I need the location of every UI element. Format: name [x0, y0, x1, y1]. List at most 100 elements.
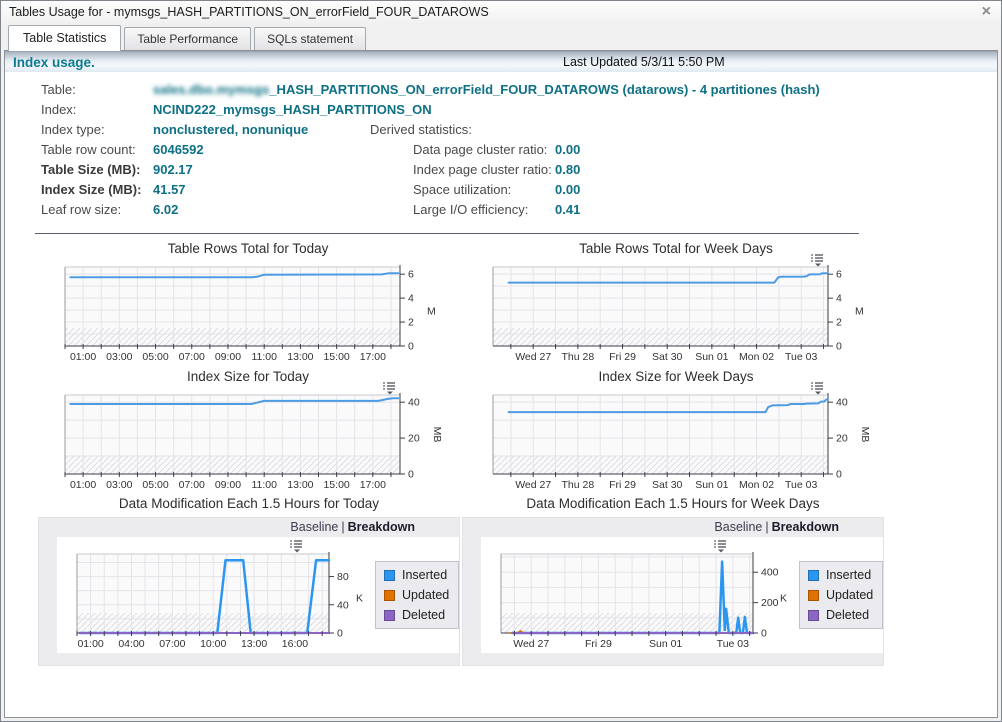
svg-text:Fri 29: Fri 29 [585, 638, 612, 649]
chart-menu-icon[interactable] [382, 381, 397, 395]
svg-text:13:00: 13:00 [287, 351, 313, 362]
window-title: Tables Usage for - mymsgs_HASH_PARTITION… [9, 5, 489, 19]
legend-item: Inserted [384, 565, 449, 585]
charts-row-1: Table Rows Total for Today 01:0003:0005:… [38, 241, 997, 362]
tab-table-statistics[interactable]: Table Statistics [8, 25, 121, 51]
legend-swatch [808, 570, 819, 581]
svg-text:0: 0 [337, 628, 343, 640]
svg-text:Wed 27: Wed 27 [515, 479, 551, 490]
chart-menu-icon[interactable] [713, 539, 728, 553]
svg-text:K: K [356, 593, 363, 605]
content-panel: Index usage. Last Updated 5/3/11 5:50 PM… [4, 50, 998, 718]
chart-menu-icon[interactable] [810, 381, 825, 395]
svg-text:01:00: 01:00 [70, 479, 96, 490]
charts-row-3: Data Modification Each 1.5 Hours for Tod… [38, 496, 997, 666]
svg-text:17:00: 17:00 [360, 351, 386, 362]
stat-row: Table row count:6046592 [5, 139, 377, 159]
svg-text:0: 0 [836, 469, 842, 481]
svg-text:Fri 29: Fri 29 [609, 479, 636, 490]
legend-label: Inserted [402, 568, 447, 582]
svg-text:M: M [427, 306, 436, 318]
chart-menu-icon[interactable] [810, 253, 825, 267]
legend-label: Deleted [826, 608, 869, 622]
svg-text:13:00: 13:00 [241, 638, 267, 649]
svg-text:40: 40 [836, 397, 848, 409]
tab-table-performance[interactable]: Table Performance [124, 27, 251, 50]
svg-text:0: 0 [836, 341, 842, 353]
chart-canvas[interactable]: 01:0003:0005:0007:0009:0011:0013:0015:00… [38, 262, 458, 362]
svg-text:09:00: 09:00 [215, 351, 241, 362]
chart-canvas[interactable]: 01:0004:0007:0010:0013:0016:0004080K [57, 549, 373, 649]
index-label: Index: [41, 102, 153, 117]
svg-text:400: 400 [761, 567, 779, 579]
svg-text:Wed 27: Wed 27 [513, 638, 549, 649]
stat-row: Data page cluster ratio:0.00 [377, 139, 580, 159]
legend-item: Deleted [808, 605, 873, 625]
view-switcher: Baseline|Breakdown [39, 518, 459, 537]
stat-value: 41.57 [153, 182, 186, 197]
stat-row: Index Size (MB):41.57 [5, 179, 377, 199]
index-usage-info: Table: sales.dbo.mymsgs_HASH_PARTITIONS_… [5, 72, 997, 219]
chart-table-rows-today: Table Rows Total for Today 01:0003:0005:… [38, 241, 458, 362]
svg-text:Sun 01: Sun 01 [695, 351, 728, 362]
legend: InsertedUpdatedDeleted [375, 561, 459, 629]
legend-swatch [808, 590, 819, 601]
stat-row: Space utilization:0.00 [377, 179, 580, 199]
stat-row: Table Size (MB):902.17 [5, 159, 377, 179]
derived-statistics-label: Derived statistics: [370, 122, 472, 137]
legend: InsertedUpdatedDeleted [799, 561, 883, 629]
svg-text:Wed 27: Wed 27 [515, 351, 551, 362]
view-switcher: Baseline|Breakdown [463, 518, 883, 537]
legend-label: Updated [826, 588, 873, 602]
svg-text:17:00: 17:00 [360, 479, 386, 490]
redacted-table-prefix: sales.dbo.mymsgs [153, 82, 269, 97]
index-type-value: nonclustered, nonunique [153, 122, 308, 137]
svg-text:40: 40 [408, 397, 420, 409]
baseline-link[interactable]: Baseline [290, 520, 338, 534]
table-value: sales.dbo.mymsgs_HASH_PARTITIONS_ON_erro… [153, 82, 820, 97]
svg-text:MB: MB [431, 427, 443, 443]
stat-row: Index page cluster ratio:0.80 [377, 159, 580, 179]
breakdown-link[interactable]: Breakdown [348, 520, 415, 534]
data-mod-chart-area: Wed 27Fri 29Sun 01Tue 030200400K Inserte… [481, 537, 883, 653]
svg-text:15:00: 15:00 [323, 479, 349, 490]
chart-canvas[interactable]: Wed 27Thu 28Fri 29Sat 30Sun 01Mon 02Tue … [466, 390, 886, 490]
tab-sqls-statement[interactable]: SQLs statement [254, 27, 366, 50]
svg-text:0: 0 [408, 341, 414, 353]
close-icon[interactable]: × [982, 5, 991, 19]
svg-text:80: 80 [337, 571, 349, 583]
chart-index-size-today: Index Size for Today 01:0003:0005:0007:0… [38, 369, 458, 490]
breakdown-link[interactable]: Breakdown [772, 520, 839, 534]
svg-text:Thu 28: Thu 28 [562, 351, 595, 362]
svg-text:4: 4 [408, 293, 414, 305]
legend-item: Updated [384, 585, 449, 605]
stat-label: Leaf row size: [41, 202, 153, 217]
svg-text:09:00: 09:00 [215, 479, 241, 490]
svg-text:Sun 01: Sun 01 [695, 479, 728, 490]
data-mod-panel: Baseline|Breakdown Wed 27Fri 29Sun 01Tue… [462, 517, 884, 666]
svg-text:Tue 03: Tue 03 [717, 638, 749, 649]
data-mod-chart-area: 01:0004:0007:0010:0013:0016:0004080K Ins… [57, 537, 459, 653]
svg-text:20: 20 [836, 433, 848, 445]
legend-swatch [384, 570, 395, 581]
chart-canvas[interactable]: 01:0003:0005:0007:0009:0011:0013:0015:00… [38, 390, 458, 490]
chart-index-size-week: Index Size for Week Days Wed 27Thu 28Fri… [466, 369, 886, 490]
svg-text:0: 0 [408, 469, 414, 481]
stat-value: 902.17 [153, 162, 193, 177]
svg-text:0: 0 [761, 628, 767, 640]
chart-menu-icon[interactable] [289, 539, 304, 553]
index-type-row: Index type: nonclustered, nonunique Deri… [5, 119, 997, 139]
chart-canvas[interactable]: Wed 27Fri 29Sun 01Tue 030200400K [481, 549, 797, 649]
chart-canvas[interactable]: Wed 27Thu 28Fri 29Sat 30Sun 01Mon 02Tue … [466, 262, 886, 362]
svg-text:Fri 29: Fri 29 [609, 351, 636, 362]
legend-item: Updated [808, 585, 873, 605]
stat-label: Table Size (MB): [41, 162, 153, 177]
svg-text:05:00: 05:00 [142, 351, 168, 362]
baseline-link[interactable]: Baseline [714, 520, 762, 534]
stat-value: 0.80 [555, 162, 580, 177]
section-title: Index usage. [13, 55, 95, 70]
stat-label: Table row count: [41, 142, 153, 157]
stats-columns: Table row count:6046592Table Size (MB):9… [5, 139, 997, 219]
svg-text:05:00: 05:00 [142, 479, 168, 490]
table-name-row: Table: sales.dbo.mymsgs_HASH_PARTITIONS_… [5, 79, 997, 99]
